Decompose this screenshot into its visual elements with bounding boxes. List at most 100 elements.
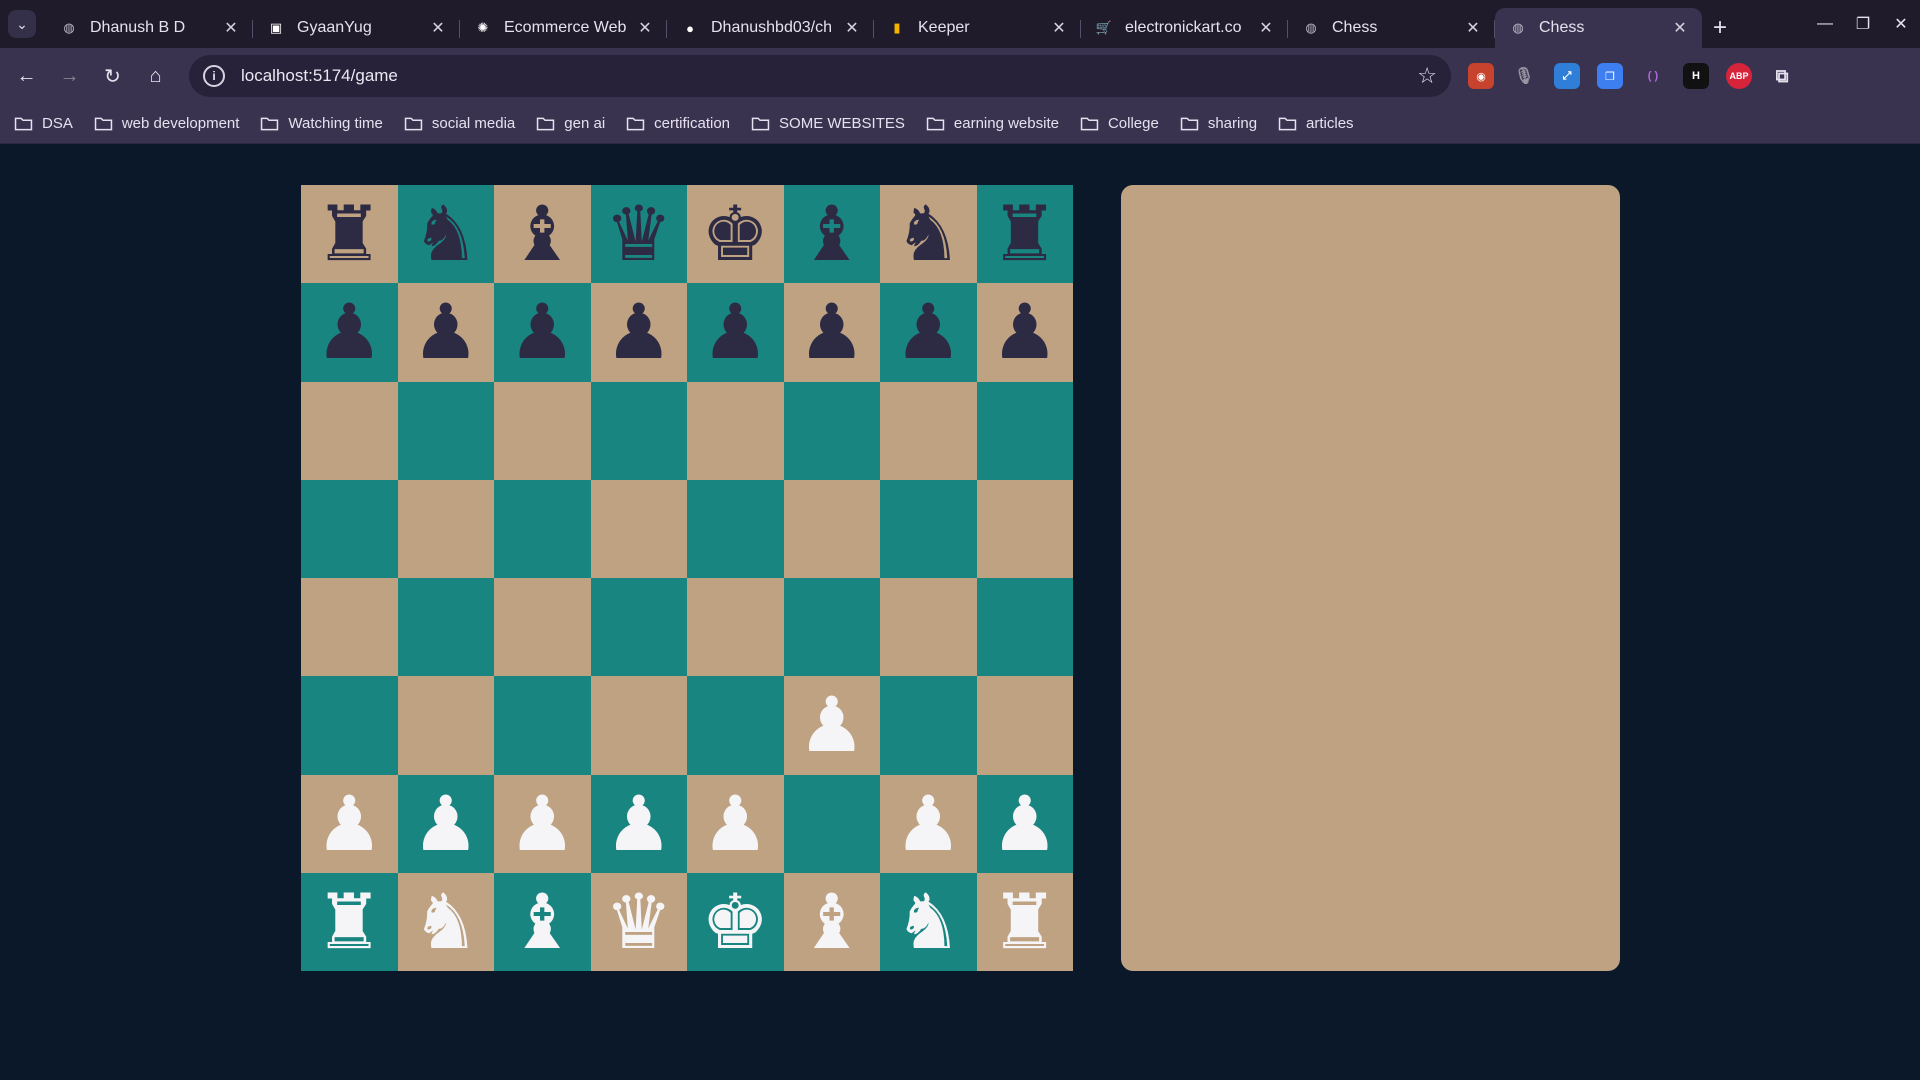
tab-close-icon[interactable]: ✕ bbox=[842, 18, 862, 38]
board-square[interactable]: ♟ bbox=[494, 283, 591, 382]
board-square[interactable] bbox=[494, 676, 591, 775]
minimize-button[interactable]: — bbox=[1806, 15, 1844, 33]
browser-tab[interactable]: ▣ GyaanYug ✕ bbox=[253, 8, 460, 48]
board-square[interactable]: ♛ bbox=[590, 185, 687, 284]
bookmark-folder[interactable]: web development bbox=[94, 115, 239, 132]
white-pawn-icon[interactable]: ♟ bbox=[508, 785, 576, 862]
bookmark-folder[interactable]: sharing bbox=[1180, 115, 1257, 132]
board-square[interactable]: ♝ bbox=[494, 185, 591, 284]
board-square[interactable]: ♞ bbox=[397, 185, 494, 284]
white-rook-icon[interactable]: ♜ bbox=[991, 883, 1059, 960]
board-square[interactable]: ♟ bbox=[590, 283, 687, 382]
board-square[interactable] bbox=[976, 578, 1073, 677]
black-queen-icon[interactable]: ♛ bbox=[605, 196, 673, 272]
reload-button[interactable]: ↻ bbox=[91, 56, 134, 96]
tab-close-icon[interactable]: ✕ bbox=[1256, 18, 1276, 38]
browser-tab[interactable]: ◍ Dhanush B D ✕ bbox=[46, 8, 253, 48]
white-pawn-icon[interactable]: ♟ bbox=[605, 785, 673, 862]
white-pawn-icon[interactable]: ♟ bbox=[991, 785, 1059, 862]
board-square[interactable]: ♝ bbox=[783, 185, 880, 284]
tab-close-icon[interactable]: ✕ bbox=[221, 18, 241, 38]
bookmark-folder[interactable]: articles bbox=[1278, 115, 1354, 132]
white-knight-icon[interactable]: ♞ bbox=[894, 883, 962, 960]
board-square[interactable] bbox=[301, 479, 398, 578]
board-square[interactable] bbox=[397, 578, 494, 677]
url-text[interactable]: localhost:5174/game bbox=[241, 66, 1417, 86]
black-pawn-icon[interactable]: ♟ bbox=[798, 294, 866, 370]
browser-tab[interactable]: ● Dhanushbd03/ch ✕ bbox=[667, 8, 874, 48]
board-square[interactable] bbox=[880, 676, 977, 775]
close-window-button[interactable]: ✕ bbox=[1882, 14, 1920, 34]
board-square[interactable] bbox=[301, 676, 398, 775]
site-info-icon[interactable]: i bbox=[203, 65, 225, 87]
black-pawn-icon[interactable]: ♟ bbox=[412, 294, 480, 370]
board-square[interactable]: ♚ bbox=[687, 872, 784, 971]
board-square[interactable]: ♞ bbox=[880, 185, 977, 284]
back-button[interactable]: ← bbox=[5, 56, 48, 96]
board-square[interactable] bbox=[301, 578, 398, 677]
address-bar[interactable]: i localhost:5174/game ☆ bbox=[189, 55, 1451, 97]
board-square[interactable] bbox=[687, 381, 784, 480]
board-square[interactable]: ♟ bbox=[880, 283, 977, 382]
black-pawn-icon[interactable]: ♟ bbox=[894, 294, 962, 370]
black-bishop-icon[interactable]: ♝ bbox=[508, 196, 576, 272]
board-square[interactable] bbox=[976, 676, 1073, 775]
board-square[interactable] bbox=[880, 381, 977, 480]
new-tab-button[interactable]: + bbox=[1702, 8, 1738, 48]
board-square[interactable] bbox=[494, 381, 591, 480]
board-square[interactable]: ♟ bbox=[687, 283, 784, 382]
bookmark-folder[interactable]: certification bbox=[626, 115, 730, 132]
chess-board[interactable]: ♜ ♞ ♝ ♛ ♚ ♝ ♞ ♜ ♟ ♟ ♟ ♟ ♟ ♟ ♟ ♟ ♟ ♟ ♟ ♟ ♟ ♟ ♟ ♟ ♜ ♞ ♝ ♛ ♚ ♝ ♞ ♜ bbox=[301, 185, 1073, 971]
board-square[interactable] bbox=[494, 479, 591, 578]
board-square[interactable]: ♞ bbox=[880, 872, 977, 971]
bookmark-folder[interactable]: SOME WEBSITES bbox=[751, 115, 905, 132]
board-square[interactable]: ♝ bbox=[783, 872, 880, 971]
board-square[interactable] bbox=[687, 479, 784, 578]
board-square[interactable]: ♜ bbox=[301, 185, 398, 284]
black-pawn-icon[interactable]: ♟ bbox=[508, 294, 576, 370]
board-square[interactable] bbox=[783, 479, 880, 578]
white-pawn-icon[interactable]: ♟ bbox=[894, 785, 962, 862]
browser-tab[interactable]: ▮ Keeper ✕ bbox=[874, 8, 1081, 48]
white-king-icon[interactable]: ♚ bbox=[701, 883, 769, 960]
bookmark-folder[interactable]: social media bbox=[404, 115, 515, 132]
board-square[interactable] bbox=[783, 381, 880, 480]
board-square[interactable] bbox=[590, 479, 687, 578]
black-rook-icon[interactable]: ♜ bbox=[315, 196, 383, 272]
board-square[interactable]: ♚ bbox=[687, 185, 784, 284]
browser-tab[interactable]: 🛒 electronickart.co ✕ bbox=[1081, 8, 1288, 48]
white-pawn-icon[interactable]: ♟ bbox=[412, 785, 480, 862]
tab-close-icon[interactable]: ✕ bbox=[428, 18, 448, 38]
board-square[interactable] bbox=[976, 479, 1073, 578]
bookmark-folder[interactable]: College bbox=[1080, 115, 1159, 132]
copy-extension-icon[interactable]: ❐ bbox=[1597, 63, 1623, 89]
board-square[interactable]: ♟ bbox=[783, 283, 880, 382]
black-knight-icon[interactable]: ♞ bbox=[412, 196, 480, 272]
white-rook-icon[interactable]: ♜ bbox=[315, 883, 383, 960]
board-square[interactable] bbox=[687, 578, 784, 677]
board-square[interactable] bbox=[590, 578, 687, 677]
board-square[interactable]: ♜ bbox=[301, 872, 398, 971]
black-pawn-icon[interactable]: ♟ bbox=[991, 294, 1059, 370]
board-square[interactable]: ♟ bbox=[976, 774, 1073, 873]
bookmark-folder[interactable]: Watching time bbox=[260, 115, 383, 132]
tab-search-button[interactable]: ⌄ bbox=[8, 10, 36, 38]
board-square[interactable] bbox=[397, 381, 494, 480]
black-bishop-icon[interactable]: ♝ bbox=[798, 196, 866, 272]
board-square[interactable]: ♜ bbox=[976, 872, 1073, 971]
board-square[interactable]: ♛ bbox=[590, 872, 687, 971]
forward-button[interactable]: → bbox=[48, 56, 91, 96]
restore-button[interactable]: ❐ bbox=[1844, 14, 1882, 34]
white-bishop-icon[interactable]: ♝ bbox=[508, 883, 576, 960]
bookmark-folder[interactable]: gen ai bbox=[536, 115, 605, 132]
tab-close-icon[interactable]: ✕ bbox=[1670, 18, 1690, 38]
browser-tab[interactable]: ◍ Chess ✕ bbox=[1495, 8, 1702, 48]
board-square[interactable] bbox=[397, 676, 494, 775]
black-king-icon[interactable]: ♚ bbox=[701, 196, 769, 272]
adblock-icon[interactable]: ABP bbox=[1726, 63, 1752, 89]
board-square[interactable]: ♟ bbox=[590, 774, 687, 873]
bookmark-star-icon[interactable]: ☆ bbox=[1417, 63, 1437, 89]
board-square[interactable] bbox=[397, 479, 494, 578]
board-square[interactable] bbox=[783, 578, 880, 677]
resize-extension-icon[interactable]: ⤢ bbox=[1554, 63, 1580, 89]
